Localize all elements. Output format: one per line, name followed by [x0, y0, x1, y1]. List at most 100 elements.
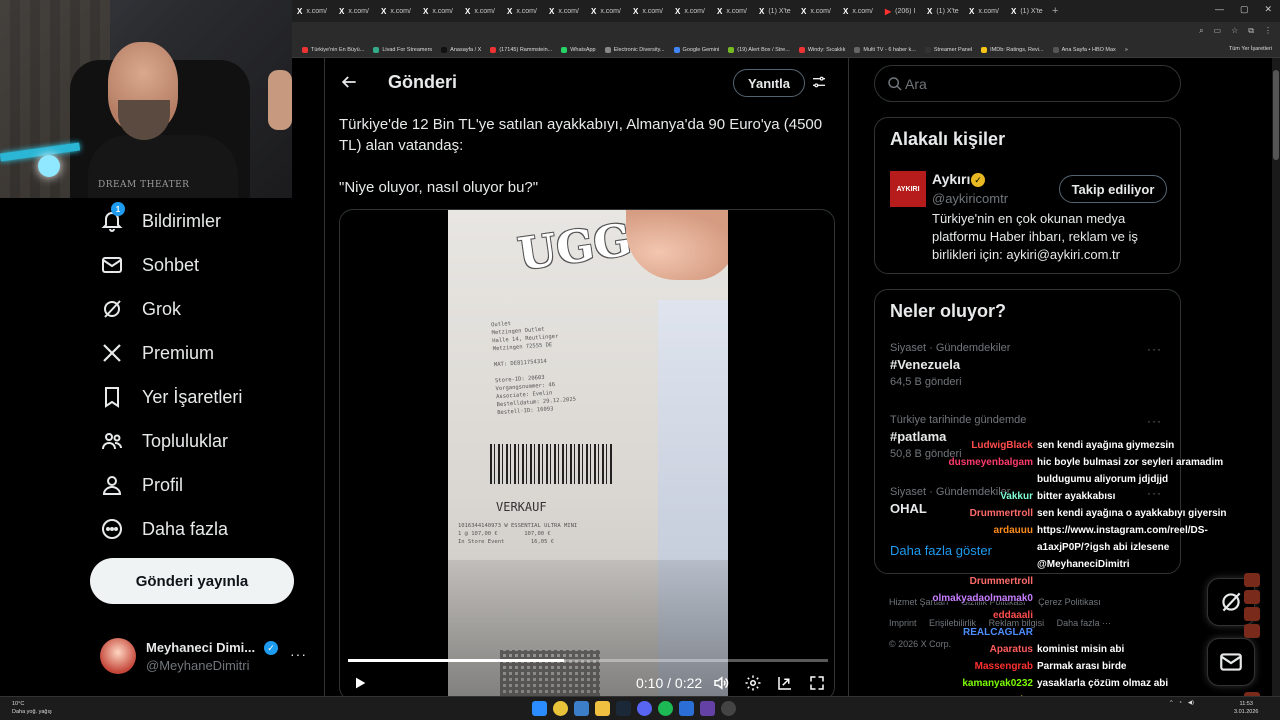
browser-tab[interactable]: Xx.com/ [796, 0, 838, 22]
nav-communities[interactable]: Topluluklar [100, 427, 228, 455]
play-icon[interactable] [352, 675, 368, 691]
browser-tab[interactable]: ▶ (206) I [880, 0, 922, 22]
nav-grok[interactable]: Grok [100, 295, 181, 323]
browser-tab[interactable]: Xx.com/ [544, 0, 586, 22]
browser-tab[interactable]: Xx.com/ [334, 0, 376, 22]
steam-icon[interactable] [616, 701, 631, 716]
browser-tab[interactable]: Xx.com/ [460, 0, 502, 22]
chat-username[interactable]: Drummertroll [920, 505, 1037, 522]
scrollbar-thumb[interactable] [1273, 70, 1279, 160]
back-arrow-icon[interactable] [339, 72, 359, 92]
cast-icon[interactable]: ▭ [1214, 26, 1222, 36]
browser-tab[interactable]: X (1) X'te [1006, 0, 1048, 22]
search-icon[interactable]: ⌕ [1199, 26, 1203, 36]
bookmark-item[interactable]: WhatsApp [561, 46, 596, 53]
following-button[interactable]: Takip ediliyor [1059, 175, 1167, 203]
bookmark-item[interactable]: Google Gemini [673, 46, 719, 53]
browser-tab[interactable]: Xx.com/ [418, 0, 460, 22]
search-input[interactable] [903, 68, 1163, 99]
folder-icon[interactable] [595, 701, 610, 716]
nav-chat[interactable]: Sohbet [100, 251, 199, 279]
obs-icon[interactable] [721, 701, 736, 716]
bookmark-item[interactable]: Anasayfa / X [441, 46, 481, 53]
browser-tab[interactable]: Xx.com/ [838, 0, 880, 22]
browser-tab[interactable]: Xx.com/ [502, 0, 544, 22]
bookmark-item[interactable]: Multi TV - 6 haber k... [854, 46, 916, 53]
nav-bookmarks[interactable]: Yer İşaretleri [100, 383, 242, 411]
browser-tab[interactable]: Xx.com/ [712, 0, 754, 22]
pip-icon[interactable] [776, 674, 794, 692]
browser-tab[interactable]: Xx.com/ [628, 0, 670, 22]
trend-item[interactable]: Siyaset · Gündemdekiler #Venezuela 64,5 … [890, 342, 1170, 388]
system-clock[interactable]: 11:53 3.01.2026 [1234, 700, 1258, 716]
chat-username[interactable]: Drummertroll [920, 573, 1037, 590]
nav-premium[interactable]: Premium [100, 339, 214, 367]
fullscreen-icon[interactable] [808, 674, 826, 692]
star-icon[interactable]: ☆ [1231, 26, 1238, 36]
bookmark-item[interactable]: (17145) Rammstein... [490, 46, 552, 53]
spotify-icon[interactable] [658, 701, 673, 716]
video-player[interactable]: UGG Outlet Metzingen Outlet Halle 14, Reut… [339, 209, 835, 701]
maximize-icon[interactable]: ▢ [1240, 4, 1249, 15]
bookmark-item[interactable]: (19) Alert Box / Stre... [728, 46, 790, 53]
chat-username[interactable]: eddaaali [920, 607, 1037, 624]
address-bar[interactable]: ⌕ ▭ ☆ ⧉ ⋮ [292, 22, 1280, 42]
search-box[interactable] [874, 65, 1181, 102]
chat-username[interactable]: Massengrab [920, 658, 1037, 675]
bookmark-item[interactable]: Windy: Sıcaklık [798, 46, 845, 53]
bookmark-item[interactable]: Türkiye'nin En Büyü... [302, 46, 364, 53]
nav-profile[interactable]: Profil [100, 471, 183, 499]
browser-tab[interactable]: Xx.com/ [670, 0, 712, 22]
chat-username[interactable]: REALCAGLAR [920, 624, 1037, 641]
sliders-icon[interactable] [811, 74, 827, 90]
settings-gear-icon[interactable] [744, 674, 762, 692]
chrome-icon[interactable] [553, 701, 568, 716]
browser-tab[interactable]: Xx.com/ [586, 0, 628, 22]
browser-tab[interactable]: X (1) X'te [922, 0, 964, 22]
more-icon[interactable]: ··· [1147, 414, 1162, 428]
chevron-up-icon[interactable]: ^ [1170, 700, 1173, 706]
extensions-icon[interactable]: ⧉ [1248, 26, 1254, 36]
close-icon[interactable]: ✕ [1264, 4, 1272, 15]
bookmark-item[interactable]: IMDb: Ratings, Revi... [981, 46, 1044, 53]
volume-icon[interactable] [712, 674, 730, 692]
discord-icon[interactable] [637, 701, 652, 716]
avatar[interactable]: AYKIRI [890, 171, 926, 207]
chat-username[interactable]: olmakyadaolmamak0 [920, 590, 1037, 607]
chat-username[interactable]: dusmeyenbalgam [920, 454, 1037, 488]
bookmark-item[interactable]: Ana Sayfa • HBO Max [1052, 46, 1116, 53]
browser-tab[interactable]: Xx.com/ [376, 0, 418, 22]
footer-link[interactable]: Imprint [889, 618, 917, 628]
browser-tab[interactable]: Xx.com/ [964, 0, 1006, 22]
chat-username[interactable]: Aparatus [920, 641, 1037, 658]
all-bookmarks-link[interactable]: Tüm Yer İşaretleri [1229, 46, 1272, 52]
chat-username[interactable]: LudwigBlack [920, 437, 1037, 454]
bookmark-item[interactable]: Electronic Diversity... [604, 46, 665, 53]
volume-icon[interactable]: ◀) [1188, 700, 1194, 706]
browser-tab[interactable]: X (1) X'te [754, 0, 796, 22]
account-more-icon[interactable]: ··· [290, 646, 307, 662]
app-icon[interactable] [700, 701, 715, 716]
app-icon[interactable] [679, 701, 694, 716]
person-name[interactable]: Aykırı [932, 171, 970, 187]
chat-username[interactable]: kamanyak0232 [920, 675, 1037, 692]
reply-button[interactable]: Yanıtla [733, 69, 805, 97]
chat-username[interactable]: Vakkur [920, 488, 1037, 505]
bookmarks-overflow-icon[interactable]: » [1125, 47, 1128, 53]
menu-icon[interactable]: ⋮ [1264, 26, 1272, 36]
edge-icon[interactable] [574, 701, 589, 716]
chat-username[interactable]: ardauuu [920, 522, 1037, 573]
nav-notifications[interactable]: 1 Bildirimler [100, 202, 221, 235]
minimize-icon[interactable]: — [1215, 4, 1224, 15]
new-tab-button[interactable]: + [1052, 5, 1058, 17]
video-progress-bar[interactable] [348, 659, 828, 662]
browser-tab[interactable]: Xx.com/ [292, 0, 334, 22]
bookmark-item[interactable]: Streamer Panel [924, 46, 972, 53]
page-scrollbar[interactable] [1272, 58, 1280, 696]
bookmark-item[interactable]: Livad For Streamers [373, 46, 432, 53]
start-icon[interactable] [532, 701, 547, 716]
more-icon[interactable]: ··· [1147, 342, 1162, 356]
nav-more[interactable]: Daha fazla [100, 515, 228, 543]
weather-widget[interactable]: 10°C Daha yoğ. yağış [12, 700, 52, 716]
network-icon[interactable]: ◔ [1179, 700, 1182, 706]
